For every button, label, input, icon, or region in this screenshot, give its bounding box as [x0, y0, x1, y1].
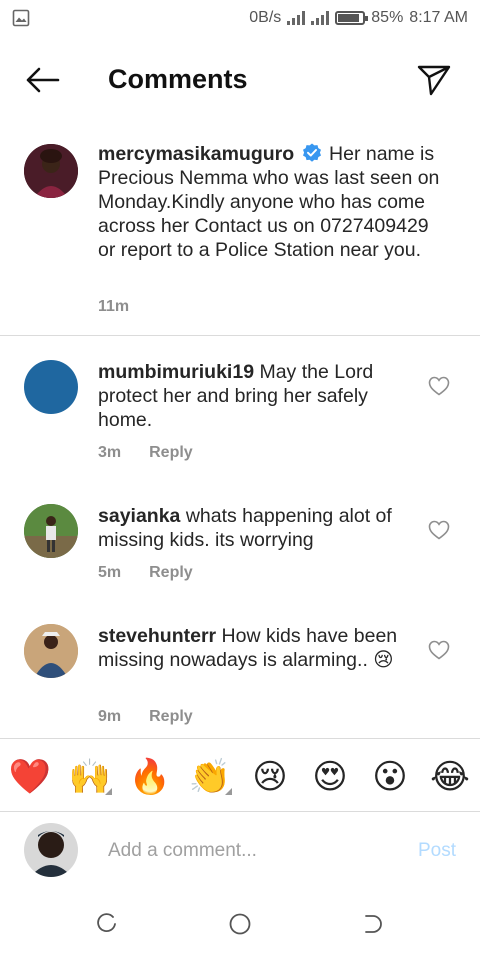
reply-button[interactable]: Reply	[149, 444, 193, 462]
comment-time: 3m	[98, 444, 122, 461]
header: Comments	[0, 48, 480, 112]
heart-emoji-button[interactable]: ❤️	[8, 755, 52, 799]
emoji-reaction-bar: ❤️ 🙌 🔥 👏 😢 😍 😮 😂	[0, 738, 480, 812]
caption-time: 11m	[98, 298, 130, 315]
system-nav-bar	[0, 898, 480, 950]
verified-badge-icon	[302, 143, 321, 162]
back-nav-icon	[365, 915, 382, 933]
comment-item: mumbimuriuki19 May the Lord protect her …	[0, 360, 480, 480]
clock: 8:17 AM	[409, 9, 468, 26]
skin-tone-indicator-icon	[225, 788, 232, 795]
avatar[interactable]	[24, 144, 78, 198]
reply-button[interactable]: Reply	[149, 708, 193, 726]
comment-meta: 9m Reply	[98, 708, 193, 726]
gallery-notification-icon	[12, 9, 30, 27]
signal-icon-2	[311, 11, 330, 25]
signal-icon	[287, 11, 306, 25]
post-caption: mercymasikamuguro Her name is Precious N…	[0, 142, 480, 336]
status-bar: 0B/s 85% 8:17 AM	[0, 0, 480, 36]
comment-username[interactable]: stevehunterr	[98, 625, 216, 647]
caption-username[interactable]: mercymasikamuguro	[98, 143, 294, 165]
comment-text-block: mumbimuriuki19 May the Lord protect her …	[98, 360, 398, 432]
home-circle-icon	[229, 913, 251, 935]
comment-username[interactable]: sayianka	[98, 505, 180, 527]
comment-emoji: 😢	[373, 648, 394, 671]
comment-text-block: sayianka whats happening alot of missing…	[98, 504, 398, 552]
comment-meta: 5m Reply	[98, 564, 193, 582]
comment-time: 9m	[98, 708, 122, 725]
network-speed: 0B/s	[249, 9, 282, 26]
comment-item: stevehunterr How kids have been missing …	[0, 624, 480, 734]
battery-icon	[335, 11, 369, 25]
comment-time: 5m	[98, 564, 122, 581]
avatar[interactable]	[24, 624, 78, 678]
heart-eyes-emoji-button[interactable]: 😍	[308, 755, 352, 799]
profile-photo	[24, 624, 78, 678]
recents-button[interactable]	[93, 910, 121, 938]
comment-meta: 3m Reply	[98, 444, 193, 462]
recents-icon	[97, 913, 116, 933]
comment-composer: Post	[0, 814, 480, 890]
battery-percent: 85%	[371, 9, 404, 26]
avatar[interactable]	[24, 360, 78, 414]
comment-text-block: stevehunterr How kids have been missing …	[98, 624, 418, 672]
caption-text-block: mercymasikamuguro Her name is Precious N…	[98, 142, 440, 262]
page-title: Comments	[108, 64, 248, 94]
raising-hands-emoji-button[interactable]: 🙌	[68, 755, 112, 799]
back-arrow-icon	[26, 67, 60, 93]
like-heart-icon[interactable]	[428, 520, 450, 540]
comment-input[interactable]	[108, 834, 398, 868]
home-button[interactable]	[226, 910, 254, 938]
clapping-hands-emoji-button[interactable]: 👏	[188, 755, 232, 799]
comment-username[interactable]: mumbimuriuki19	[98, 361, 254, 383]
skin-tone-indicator-icon	[105, 788, 112, 795]
profile-photo	[24, 504, 78, 558]
reply-button[interactable]: Reply	[149, 564, 193, 582]
tears-of-joy-emoji-button[interactable]: 😂	[428, 755, 472, 799]
avatar[interactable]	[24, 504, 78, 558]
fire-emoji-button[interactable]: 🔥	[128, 755, 172, 799]
like-heart-icon[interactable]	[428, 376, 450, 396]
back-nav-button[interactable]	[358, 910, 386, 938]
post-button[interactable]: Post	[418, 840, 456, 862]
caption-meta: 11m	[98, 298, 129, 316]
share-button[interactable]	[416, 62, 452, 98]
surprised-face-emoji-button[interactable]: 😮	[368, 755, 412, 799]
comment-item: sayianka whats happening alot of missing…	[0, 504, 480, 594]
profile-photo	[24, 823, 78, 877]
send-icon	[417, 65, 451, 96]
crying-face-emoji-button[interactable]: 😢	[248, 755, 292, 799]
my-avatar	[24, 823, 78, 877]
like-heart-icon[interactable]	[428, 640, 450, 660]
profile-photo	[24, 144, 78, 198]
back-button[interactable]	[22, 62, 62, 98]
